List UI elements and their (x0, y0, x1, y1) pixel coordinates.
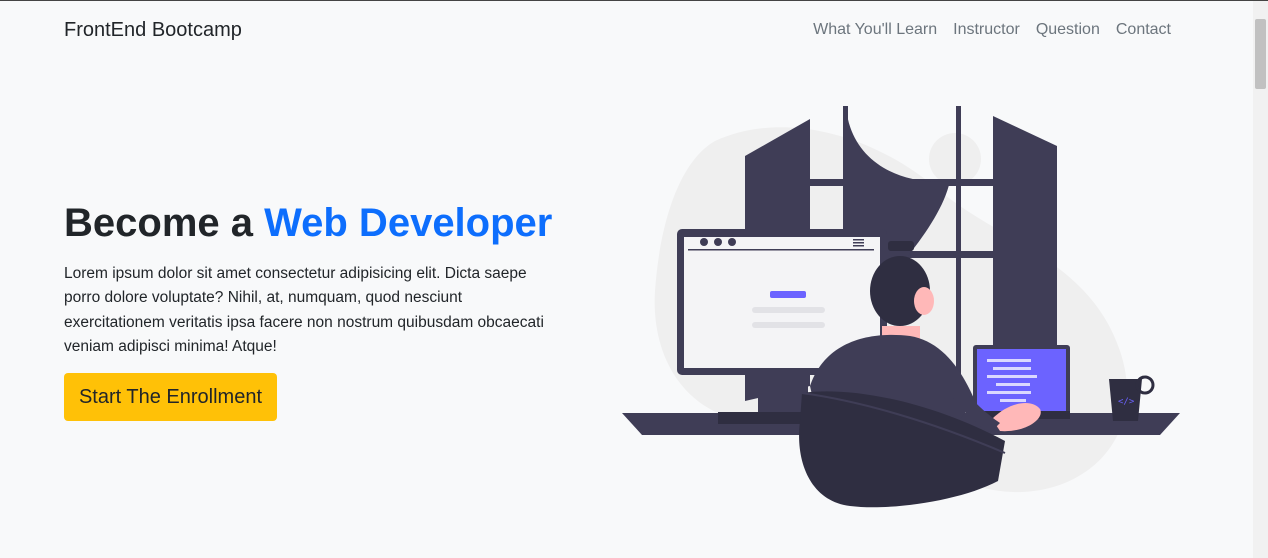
developer-illustration: </> (622, 106, 1180, 508)
hero-title-accent: Web Developer (264, 201, 553, 245)
hero-description: Lorem ipsum dolor sit amet consectetur a… (64, 265, 544, 355)
scrollbar-thumb[interactable] (1255, 19, 1266, 89)
scrollbar[interactable] (1253, 1, 1268, 558)
nav-link-contact[interactable]: Contact (1116, 21, 1171, 39)
brand-link[interactable]: FrontEnd Bootcamp (64, 19, 242, 42)
navbar: FrontEnd Bootcamp What You'll Learn Inst… (0, 1, 1253, 59)
hero-title-prefix: Become a (64, 201, 265, 245)
hero-title: Become a Web Developer (64, 201, 552, 246)
nav-link-question[interactable]: Question (1036, 21, 1100, 39)
nav-link-learn[interactable]: What You'll Learn (813, 21, 937, 39)
start-enrollment-button[interactable]: Start The Enrollment (64, 373, 277, 421)
mug-code-text: </> (1118, 397, 1135, 407)
nav-links: What You'll Learn Instructor Question Co… (813, 21, 1171, 39)
nav-link-instructor[interactable]: Instructor (953, 21, 1020, 39)
